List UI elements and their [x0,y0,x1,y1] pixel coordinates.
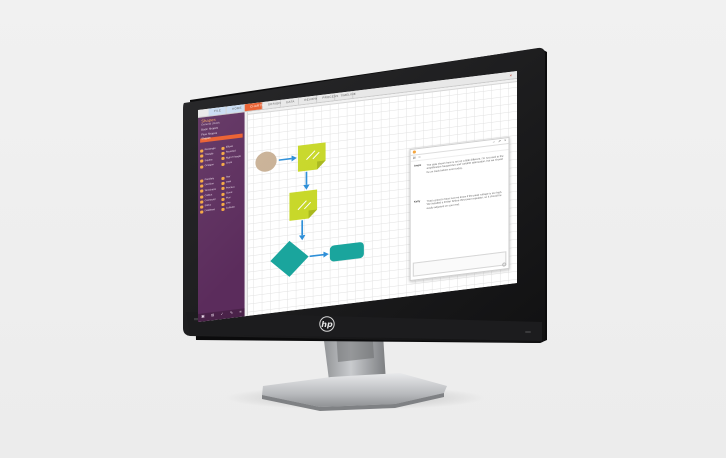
pop-out-icon[interactable]: ↗ [498,139,501,144]
shape-icon [200,200,204,204]
palette-shape-label: Terminator [204,188,217,192]
check-icon[interactable]: ✓ [220,312,223,317]
shape-icon [200,189,204,194]
shape-icon [221,151,225,156]
send-icon[interactable] [502,262,507,267]
palette-shape[interactable]: Octagon [200,163,221,169]
flow-terminator-shape[interactable] [329,242,364,262]
presence-dot-icon [412,150,416,154]
shape-icon [200,154,204,158]
flow-document-fold [308,209,318,219]
palette-shape-label: Data [225,181,232,185]
close-icon[interactable]: × [504,138,506,143]
palette-shape-label: Decision [204,183,214,187]
flow-arrow [278,157,292,161]
save-icon[interactable]: ▣ [201,314,205,319]
palette-shape-label: Triangle [204,153,214,157]
palette-shape-label: Circle [225,161,233,165]
shape-icon [200,179,204,183]
palette-shape-label: Octagon [204,163,214,167]
shape-palette-bottom: Parallelo Star Decision Data Terminator … [200,175,243,214]
palette-shape-label: Cloud [225,191,233,195]
monitor-scene: hp FILE HOME CHARTS DESIGN DATA REVIEW P… [0,0,726,458]
palette-shape-label: Star [225,176,231,179]
palette-shape-label: Right Triangle [225,155,241,160]
palette-shape-label: Cylinder [225,206,235,210]
palette-shape-label: Plus [225,196,231,200]
chat-author: Kelly [413,199,421,204]
palette-shape-label: Sticky [204,204,212,208]
chat-panel: – ↗ × ▤ ☺ Angie The data shown here is s… [409,136,510,282]
flow-decision-shape[interactable] [270,238,309,279]
shape-icon [221,207,225,212]
shape-icon [221,192,225,196]
palette-shape-label: Square [204,158,213,162]
shape-icon [221,187,225,191]
palette-shape[interactable]: Database [200,208,221,214]
shape-icon [221,157,225,161]
flow-arrow [309,253,324,258]
flow-arrow-head [291,155,297,162]
palette-shape-label: Rounded [225,150,236,155]
chat-text: That's great to hear! Let me know if the… [426,190,503,210]
shape-icon [200,210,204,214]
flow-document-fold [317,160,326,170]
palette-shape-label: Database [204,209,216,213]
shape-icon [200,184,204,188]
shape-icon [200,205,204,209]
shape-icon [221,181,225,186]
palette-shape-label: Connector [204,198,216,203]
shape-icon [221,197,225,201]
palette-shape-label: Callout [204,194,213,197]
shape-icon [221,202,225,207]
delete-icon[interactable]: ⊠ [211,313,214,318]
shape-icon [200,164,204,169]
shape-icon [200,194,204,199]
layers-icon[interactable]: ≡ [239,310,241,315]
flow-document-shape[interactable] [297,142,326,172]
shape-icon [200,149,204,153]
palette-shape-label: Rectangle [204,148,216,152]
shape-icon [221,146,225,151]
format-icon[interactable]: ▤ [413,155,416,160]
palette-shape[interactable]: Cylinder [221,206,242,212]
flow-arrow-head [323,251,329,258]
power-button-icon [525,331,531,333]
chat-author: Angie [413,163,422,168]
flow-arrow-head [303,184,310,190]
shape-palette-top: Rectangle Ellipse Triangle Rounded Squar… [200,145,243,169]
palette-shape[interactable]: Circle [221,160,242,166]
shape-icon [221,176,225,181]
chat-message: Kelly That's great to hear! Let me know … [414,190,505,211]
pencil-icon[interactable]: ✎ [230,311,233,316]
shape-icon [200,159,204,164]
palette-shape-label: Parallelo [204,178,215,182]
palette-shape-label: Line [225,202,231,205]
screen: FILE HOME CHARTS DESIGN DATA REVIEW PROC… [198,71,517,322]
close-icon[interactable]: × [510,72,514,77]
flow-arrow-head [299,234,306,241]
shape-icon [221,162,225,166]
palette-shape-label: Process [225,186,235,190]
minimize-icon[interactable]: – [493,140,495,145]
flow-circle-shape[interactable] [255,150,277,173]
palette-shape-label: Ellipse [225,145,234,149]
svg-text:hp: hp [321,320,333,329]
emoji-icon[interactable]: ☺ [418,155,421,160]
shapes-sidebar: Shapes General | Basic Basic Shapes Flow… [198,112,245,322]
flow-document-shape[interactable] [289,189,318,221]
